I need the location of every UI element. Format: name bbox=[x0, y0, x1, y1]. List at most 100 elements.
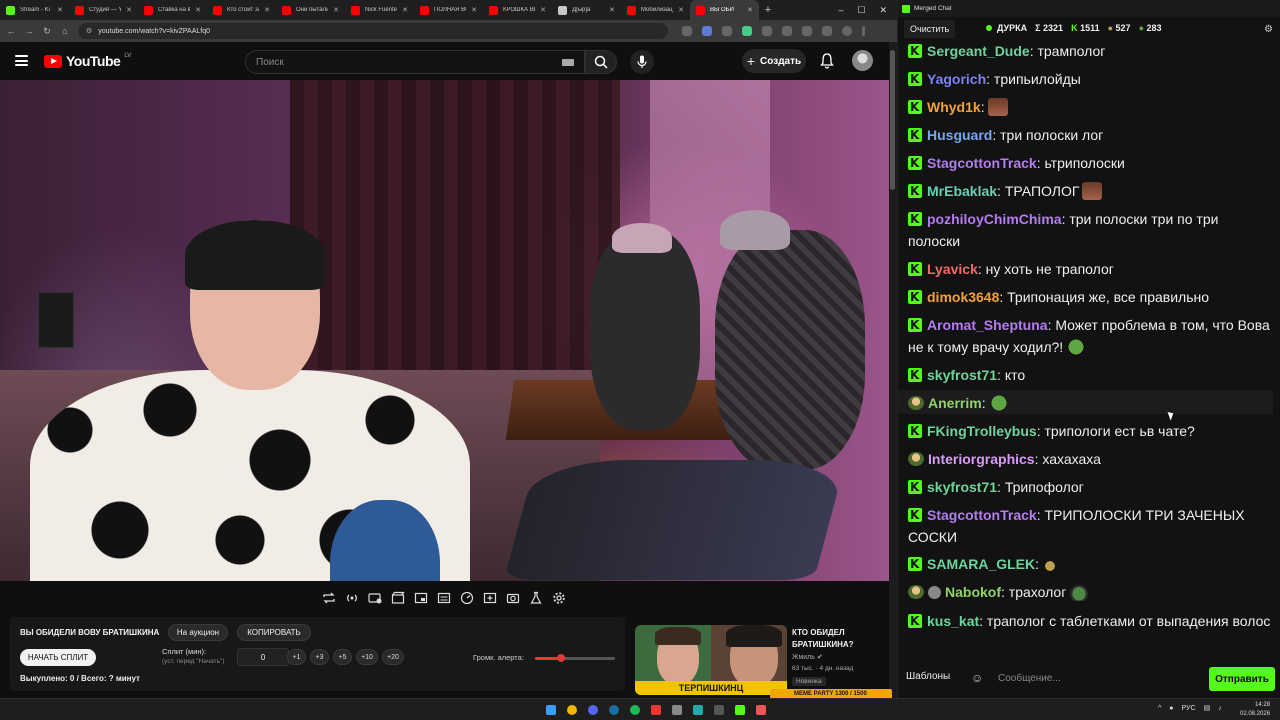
add-box-icon[interactable] bbox=[481, 589, 499, 607]
close-window-button[interactable]: ✕ bbox=[879, 5, 887, 16]
chat-message[interactable]: kus_kat: траполог с таблетками от выпаде… bbox=[908, 610, 1273, 632]
video-player[interactable] bbox=[0, 80, 889, 581]
chat-message[interactable]: Nabokof: трахолог bbox=[908, 581, 1273, 603]
chat-username[interactable]: Anerrim bbox=[928, 395, 982, 411]
app-icon[interactable] bbox=[669, 702, 685, 718]
youtube-logo[interactable]: YouTube LV bbox=[44, 53, 131, 69]
chat-message[interactable]: StagcottonTrack: ТРИПОЛОСКИ ТРИ ЗАЧЕНЫХ … bbox=[908, 504, 1273, 548]
chat-username[interactable]: Interiorgraphics bbox=[928, 451, 1035, 467]
chat-username[interactable]: StagcottonTrack bbox=[927, 507, 1037, 523]
chat-message[interactable]: MrEbaklak: ТРАПОЛОГ bbox=[908, 180, 1273, 202]
templates-button[interactable]: Шаблоны bbox=[906, 671, 950, 682]
maximize-button[interactable]: ☐ bbox=[857, 5, 865, 16]
extension-icon[interactable] bbox=[682, 26, 692, 36]
broadcast-icon[interactable] bbox=[343, 589, 361, 607]
minimize-button[interactable]: – bbox=[838, 5, 843, 16]
close-tab-icon[interactable]: ✕ bbox=[609, 6, 615, 14]
chat-username[interactable]: SAMARA_GLEK bbox=[927, 556, 1035, 572]
forward-icon[interactable]: → bbox=[24, 26, 34, 36]
profile-icon[interactable] bbox=[842, 26, 852, 36]
close-tab-icon[interactable]: ✕ bbox=[540, 6, 546, 14]
browser-tab[interactable]: Кто стоит за ✕ bbox=[207, 0, 276, 20]
browser-tab[interactable]: ВЫ ОБИ ✕ bbox=[690, 0, 759, 20]
extension-icon[interactable] bbox=[742, 26, 752, 36]
camera-icon[interactable] bbox=[504, 589, 522, 607]
browser-tab[interactable]: Ставка на в ✕ bbox=[138, 0, 207, 20]
search-input[interactable]: Поиск bbox=[245, 50, 585, 74]
extension-icon[interactable] bbox=[702, 26, 712, 36]
close-tab-icon[interactable]: ✕ bbox=[747, 6, 753, 14]
chat-username[interactable]: Whyd1k bbox=[927, 99, 981, 115]
download-icon[interactable] bbox=[822, 26, 832, 36]
chat-username[interactable]: Sergeant_Dude bbox=[927, 43, 1030, 59]
browser-tab[interactable]: Студия — YI ✕ bbox=[69, 0, 138, 20]
increment-button[interactable]: +3 bbox=[310, 649, 329, 665]
chat-username[interactable]: pozhiloyChimChima bbox=[927, 211, 1062, 227]
page-scrollbar[interactable] bbox=[889, 42, 897, 698]
message-input[interactable]: Сообщение... bbox=[992, 667, 1200, 689]
chat-message[interactable]: Husguard: три полоски лог bbox=[908, 124, 1273, 146]
split-minutes-input[interactable]: 0 bbox=[237, 648, 289, 666]
start-split-button[interactable]: НАЧАТЬ СПЛИТ bbox=[20, 649, 96, 666]
browser-tab[interactable]: ПОЛНАЯ ВС ✕ bbox=[414, 0, 483, 20]
chat-username[interactable]: Yagorich bbox=[927, 71, 986, 87]
loop-icon[interactable] bbox=[320, 589, 338, 607]
network-icon[interactable]: ▤ bbox=[1204, 704, 1211, 712]
chat-message[interactable]: Sergeant_Dude: трамполог bbox=[908, 40, 1273, 62]
volume-icon[interactable]: ♪ bbox=[1218, 705, 1222, 712]
browser-tab[interactable]: КРОШКА ВЕ ✕ bbox=[483, 0, 552, 20]
extension-icon[interactable] bbox=[762, 26, 772, 36]
voice-search-button[interactable] bbox=[630, 50, 654, 74]
browser-tab[interactable]: Мобилизац ✕ bbox=[621, 0, 690, 20]
chat-message[interactable]: skyfrost71: кто bbox=[908, 364, 1273, 386]
card-settings-icon[interactable] bbox=[366, 589, 384, 607]
new-tab-button[interactable]: + bbox=[759, 4, 777, 16]
create-button[interactable]: + Создать bbox=[742, 49, 806, 73]
chat-settings-icon[interactable]: ⚙ bbox=[1264, 24, 1273, 35]
extension-icon[interactable] bbox=[782, 26, 792, 36]
chat-username[interactable]: FKingTrolleybus bbox=[927, 423, 1037, 439]
clear-chat-button[interactable]: Очистить bbox=[904, 20, 956, 38]
language-indicator[interactable]: РУС bbox=[1182, 705, 1196, 712]
chat-message[interactable]: SAMARA_GLEK: bbox=[908, 553, 1273, 575]
browser-tab[interactable]: Д[ыр]а ✕ bbox=[552, 0, 621, 20]
close-tab-icon[interactable]: ✕ bbox=[471, 6, 477, 14]
send-button[interactable]: Отправить bbox=[1209, 667, 1275, 691]
tray-icon[interactable]: ● bbox=[1169, 705, 1173, 712]
discord-icon[interactable] bbox=[585, 702, 601, 718]
increment-button[interactable]: +10 bbox=[356, 649, 378, 665]
chat-message[interactable]: StagcottonTrack: ьтриполоски bbox=[908, 152, 1273, 174]
chat-message[interactable]: dimok3648: Трипонация же, все правильно bbox=[908, 286, 1273, 308]
recommendation-channel[interactable]: Жмиль ✔ bbox=[792, 653, 823, 661]
chat-username[interactable]: Aromat_Sheptuna bbox=[927, 317, 1048, 333]
chat-message[interactable]: Interiorgraphics: хахахаха bbox=[908, 448, 1273, 470]
subtitles-icon[interactable] bbox=[435, 589, 453, 607]
close-tab-icon[interactable]: ✕ bbox=[264, 6, 270, 14]
site-info-icon[interactable]: ⚙ bbox=[86, 27, 92, 35]
increment-button[interactable]: +20 bbox=[382, 649, 404, 665]
notifications-bell-icon[interactable] bbox=[820, 53, 834, 69]
home-icon[interactable]: ⌂ bbox=[60, 26, 70, 36]
chat-username[interactable]: Lyavick bbox=[927, 261, 978, 277]
url-bar[interactable]: ⚙ youtube.com/watch?v=kivZPAALfq0 bbox=[78, 23, 668, 39]
close-tab-icon[interactable]: ✕ bbox=[402, 6, 408, 14]
steam-icon[interactable] bbox=[606, 702, 622, 718]
chat-username[interactable]: skyfrost71 bbox=[927, 367, 997, 383]
chat-message[interactable]: pozhiloyChimChima: три полоски три по тр… bbox=[908, 208, 1273, 252]
app-icon[interactable] bbox=[690, 702, 706, 718]
chat-username[interactable]: kus_kat bbox=[927, 613, 979, 629]
chat-username[interactable]: dimok3648 bbox=[927, 289, 999, 305]
extension-icon[interactable] bbox=[722, 26, 732, 36]
alert-volume-slider[interactable] bbox=[535, 654, 615, 662]
chat-message[interactable]: skyfrost71: Трипофолог bbox=[908, 476, 1273, 498]
chat-message[interactable]: FKingTrolleybus: трипологи ест ьв чате? bbox=[908, 420, 1273, 442]
speed-gauge-icon[interactable] bbox=[458, 589, 476, 607]
spotify-icon[interactable] bbox=[627, 702, 643, 718]
flask-icon[interactable] bbox=[527, 589, 545, 607]
clapperboard-icon[interactable] bbox=[389, 589, 407, 607]
close-tab-icon[interactable]: ✕ bbox=[126, 6, 132, 14]
emoji-icon[interactable]: ☺ bbox=[971, 671, 983, 685]
chat-username[interactable]: StagcottonTrack bbox=[927, 155, 1037, 171]
app-icon[interactable] bbox=[753, 702, 769, 718]
keyboard-icon[interactable] bbox=[562, 59, 574, 66]
